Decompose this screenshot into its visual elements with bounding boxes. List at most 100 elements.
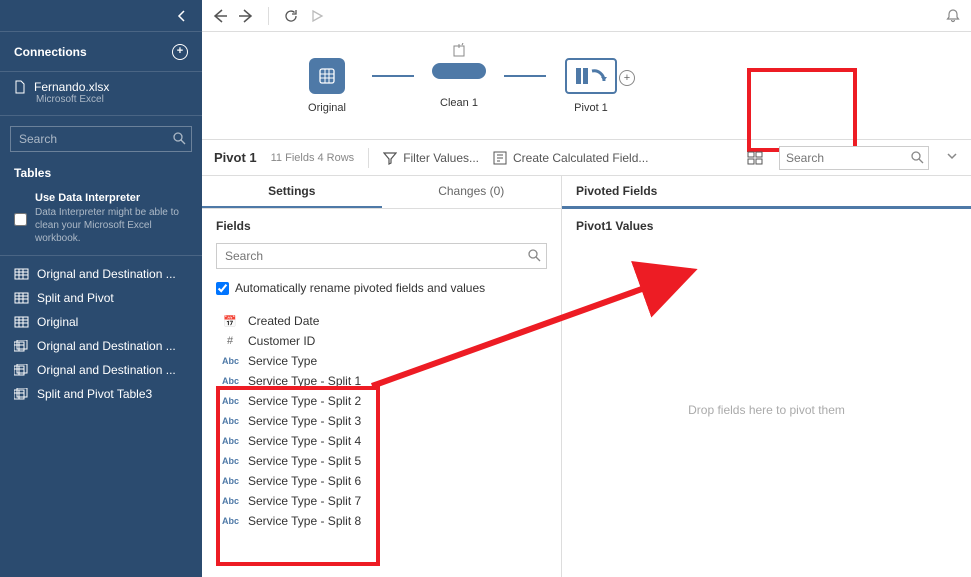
field-row[interactable]: 📅 Created Date <box>202 311 561 331</box>
search-icon <box>172 131 186 148</box>
string-icon: Abc <box>222 376 238 386</box>
string-icon: Abc <box>222 416 238 426</box>
field-row[interactable]: Abc Service Type <box>202 351 561 371</box>
table-icon <box>14 292 29 304</box>
refresh-button[interactable] <box>283 8 299 24</box>
add-step-icon[interactable] <box>451 43 467 59</box>
sidebar-table-item[interactable]: Orignal and Destination ... <box>0 334 202 358</box>
field-row[interactable]: Abc Service Type - Split 3 <box>202 411 561 431</box>
table-icon <box>14 364 29 376</box>
field-row[interactable]: Abc Service Type - Split 2 <box>202 391 561 411</box>
filter-values-button[interactable]: Filter Values... <box>383 151 479 165</box>
field-label: Service Type - Split 8 <box>248 514 361 528</box>
table-label: Orignal and Destination ... <box>37 267 176 281</box>
string-icon: Abc <box>222 396 238 406</box>
chevron-down-icon[interactable] <box>945 149 959 166</box>
view-options-icon[interactable] <box>747 150 763 166</box>
sidebar-table-item[interactable]: Split and Pivot <box>0 286 202 310</box>
field-row[interactable]: Abc Service Type - Split 4 <box>202 431 561 451</box>
flow-connector <box>372 75 414 77</box>
table-icon <box>14 388 29 400</box>
file-icon <box>14 80 26 94</box>
connection-name: Fernando.xlsx <box>34 80 109 94</box>
sidebar-search-input[interactable] <box>10 126 192 152</box>
data-interpreter-checkbox[interactable] <box>14 194 27 245</box>
flow-connector <box>504 75 546 77</box>
flow-step-pivot[interactable]: + Pivot 1 <box>546 58 636 114</box>
field-row[interactable]: Abc Service Type - Split 7 <box>202 491 561 511</box>
add-after-button[interactable]: + <box>619 70 635 86</box>
pivot-panel: Pivoted Fields Pivot1 Values Drop fields… <box>562 176 971 577</box>
pivot-drop-zone[interactable]: Drop fields here to pivot them <box>562 243 971 577</box>
run-flow-button[interactable] <box>309 8 325 24</box>
field-row[interactable]: Abc Service Type - Split 5 <box>202 451 561 471</box>
table-icon <box>14 268 29 280</box>
number-icon: # <box>222 335 238 347</box>
string-icon: Abc <box>222 356 238 366</box>
field-label: Service Type - Split 1 <box>248 374 361 388</box>
date-icon: 📅 <box>222 315 238 328</box>
collapse-sidebar-icon[interactable] <box>174 8 190 24</box>
pivot-values-header: Pivot1 Values <box>562 209 971 243</box>
field-row[interactable]: Abc Service Type - Split 8 <box>202 511 561 531</box>
toolbar <box>202 0 971 32</box>
step-meta: 11 Fields 4 Rows <box>271 152 355 164</box>
field-label: Service Type - Split 5 <box>248 454 361 468</box>
string-icon: Abc <box>222 456 238 466</box>
string-icon: Abc <box>222 496 238 506</box>
field-row[interactable]: Abc Service Type - Split 1 <box>202 371 561 391</box>
table-label: Orignal and Destination ... <box>37 339 176 353</box>
field-label: Service Type - Split 3 <box>248 414 361 428</box>
data-interpreter-block: Use Data Interpreter Data Interpreter mi… <box>0 186 202 256</box>
sidebar: Connections + Fernando.xlsx Microsoft Ex… <box>0 0 202 577</box>
back-button[interactable] <box>212 8 228 24</box>
string-icon: Abc <box>222 476 238 486</box>
sidebar-table-item[interactable]: Orignal and Destination ... <box>0 358 202 382</box>
field-label: Service Type - Split 2 <box>248 394 361 408</box>
table-label: Orignal and Destination ... <box>37 363 176 377</box>
sidebar-table-item[interactable]: Orignal and Destination ... <box>0 262 202 286</box>
table-label: Original <box>37 315 78 329</box>
flow-canvas: Original Clean 1 + <box>202 32 971 140</box>
field-row[interactable]: # Customer ID <box>202 331 561 351</box>
tab-changes[interactable]: Changes (0) <box>382 176 562 208</box>
field-label: Service Type <box>248 354 317 368</box>
search-icon <box>527 248 541 265</box>
field-label: Service Type - Split 4 <box>248 434 361 448</box>
sidebar-table-item[interactable]: Original <box>0 310 202 334</box>
connection-type: Microsoft Excel <box>36 94 188 105</box>
search-icon <box>910 150 924 167</box>
table-label: Split and Pivot Table3 <box>37 387 152 401</box>
notifications-icon[interactable] <box>945 8 961 24</box>
add-connection-button[interactable]: + <box>172 44 188 60</box>
step-title: Pivot 1 <box>214 150 257 165</box>
pivot-icon <box>574 65 608 87</box>
string-icon: Abc <box>222 516 238 526</box>
drop-hint: Drop fields here to pivot them <box>688 403 845 417</box>
auto-rename-option[interactable]: Automatically rename pivoted fields and … <box>216 281 547 295</box>
sidebar-table-item[interactable]: Split and Pivot Table3 <box>0 382 202 406</box>
forward-button[interactable] <box>238 8 254 24</box>
connections-header: Connections <box>14 45 87 59</box>
tab-settings[interactable]: Settings <box>202 176 382 208</box>
data-interpreter-title: Use Data Interpreter <box>35 192 188 204</box>
create-calc-field-button[interactable]: Create Calculated Field... <box>493 151 648 165</box>
pivoted-fields-header: Pivoted Fields <box>562 176 971 209</box>
field-label: Service Type - Split 7 <box>248 494 361 508</box>
step-search-input[interactable] <box>779 146 929 170</box>
fields-search-input[interactable] <box>216 243 547 269</box>
table-icon <box>14 316 29 328</box>
field-label: Customer ID <box>248 334 315 348</box>
field-label: Created Date <box>248 314 319 328</box>
datasource-icon <box>317 66 337 86</box>
flow-step-original[interactable]: Original <box>282 58 372 114</box>
connection-item[interactable]: Fernando.xlsx Microsoft Excel <box>0 72 202 116</box>
field-label: Service Type - Split 6 <box>248 474 361 488</box>
table-icon <box>14 340 29 352</box>
string-icon: Abc <box>222 436 238 446</box>
fields-panel: Settings Changes (0) Fields Automaticall… <box>202 176 562 577</box>
auto-rename-checkbox[interactable] <box>216 282 229 295</box>
flow-step-clean[interactable]: Clean 1 <box>414 63 504 109</box>
tables-header: Tables <box>0 156 202 186</box>
field-row[interactable]: Abc Service Type - Split 6 <box>202 471 561 491</box>
